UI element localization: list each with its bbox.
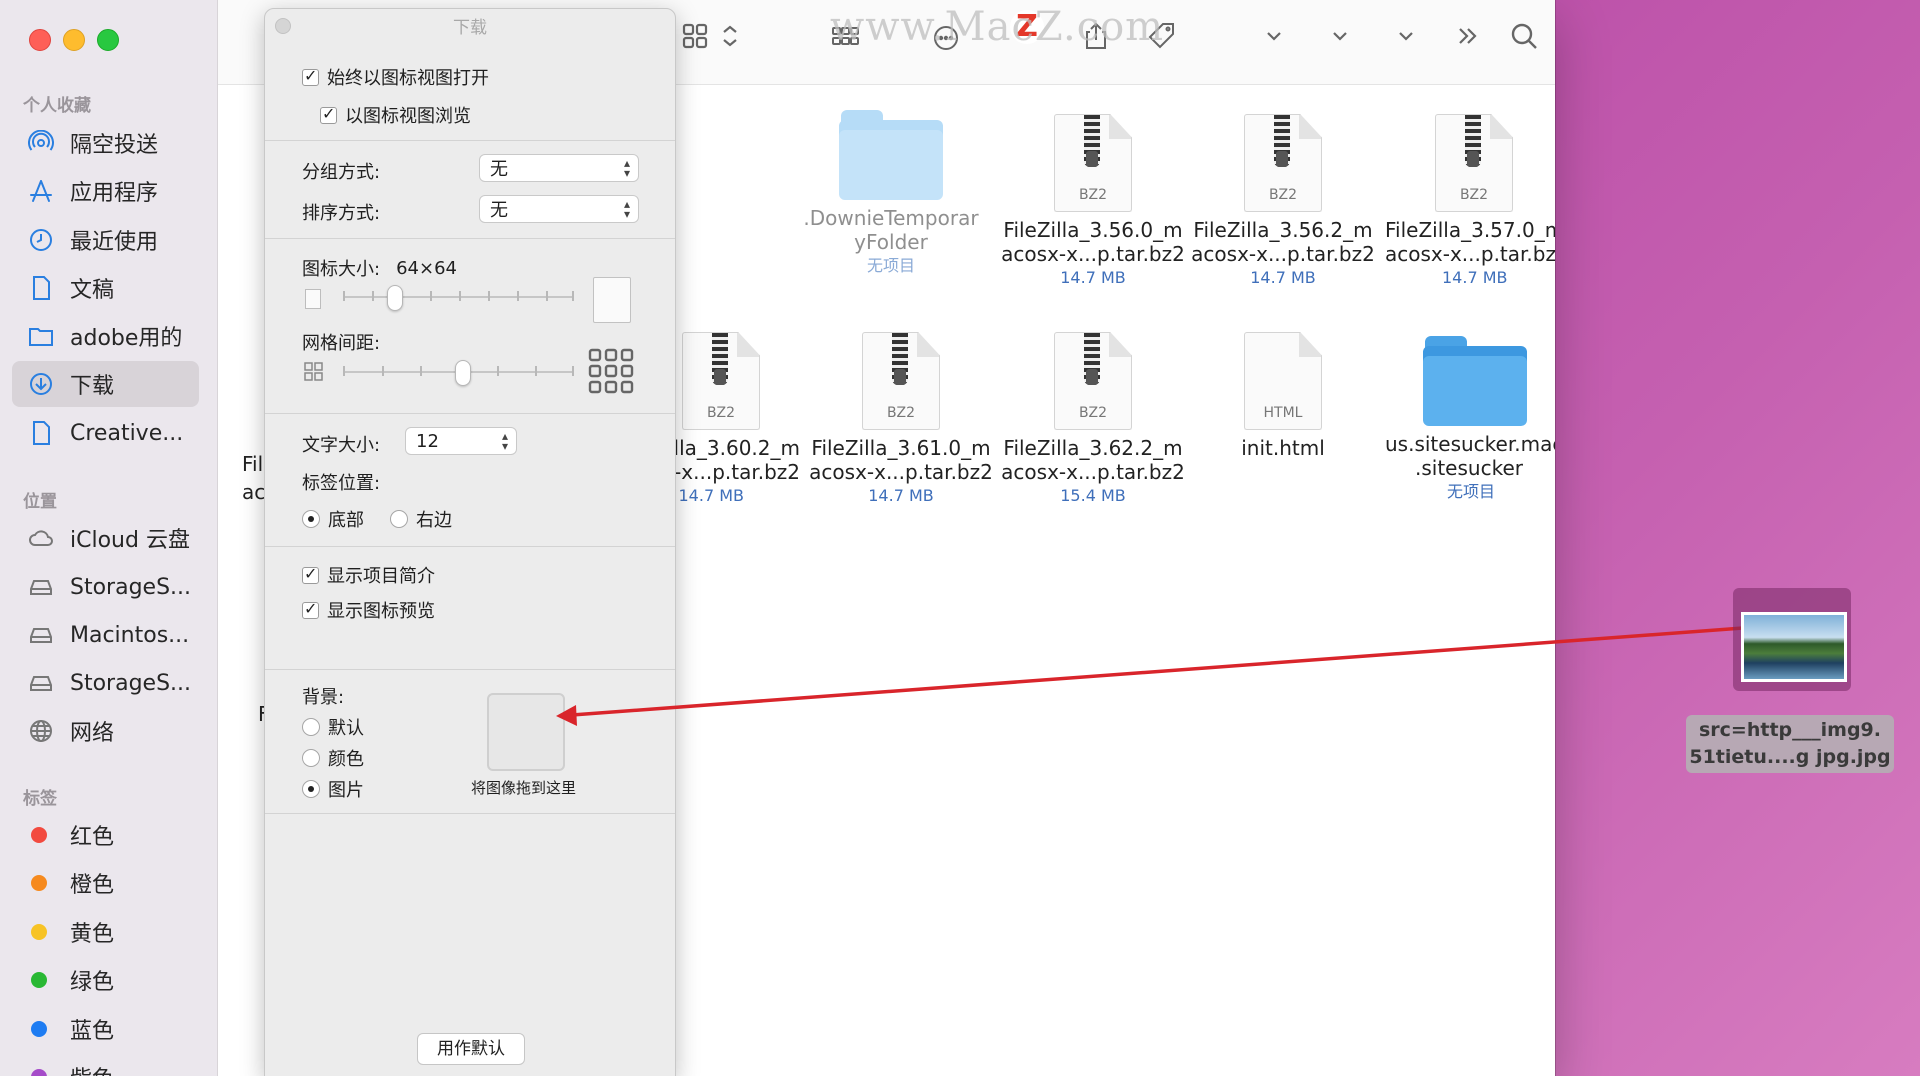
landscape-image	[1741, 612, 1847, 682]
dragged-file-name-line1: src=http___img9.	[1698, 719, 1881, 741]
annotation-arrow	[556, 626, 1744, 726]
arrow-head	[556, 705, 577, 726]
dragged-file-name-line2: 51tietu....g jpg.jpg	[1689, 746, 1891, 768]
dragged-file-label: src=http___img9. 51tietu....g jpg.jpg	[1686, 715, 1894, 773]
arrow-line	[571, 626, 1744, 717]
dragged-image-thumbnail[interactable]	[1733, 588, 1851, 691]
